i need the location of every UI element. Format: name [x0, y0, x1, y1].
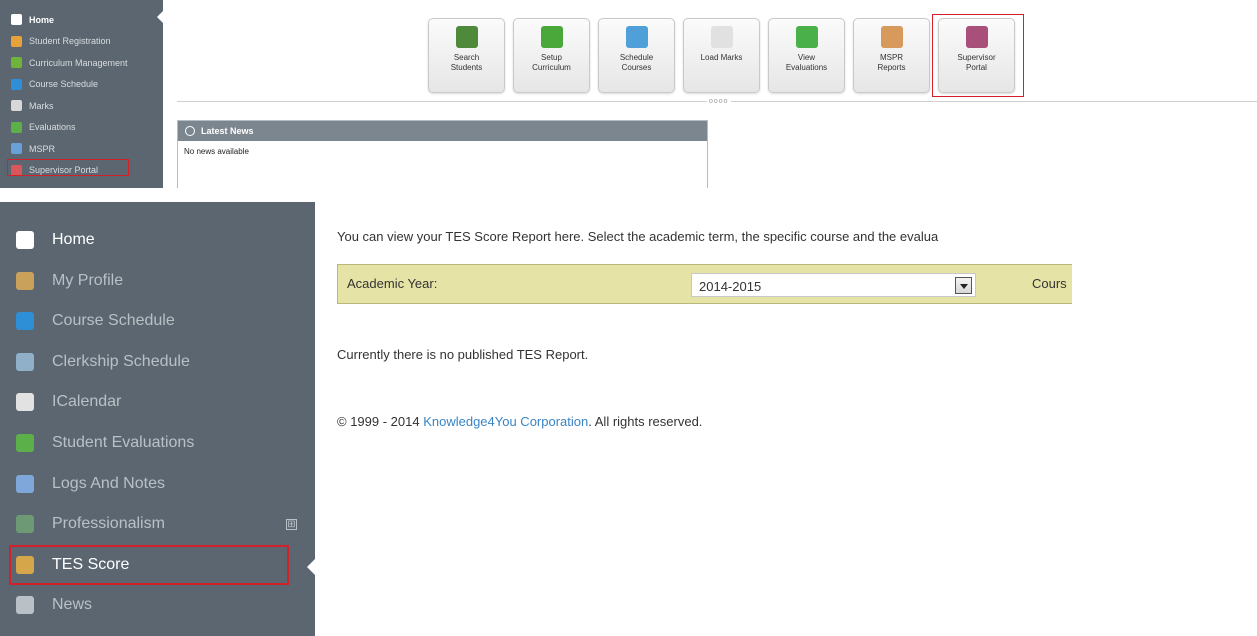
- sidebar-item-student-evaluations[interactable]: Student Evaluations: [0, 423, 315, 463]
- schedule-icon: [16, 312, 34, 331]
- rights-text: . All rights reserved.: [588, 414, 703, 429]
- students-icon: [11, 35, 22, 47]
- evaluations-icon: [16, 434, 34, 452]
- main-sidebar: Home My Profile Course Schedule Clerkship S…: [0, 202, 316, 636]
- academic-year-label: Academic Year:: [347, 276, 438, 291]
- sidebar-item-label: Professionalism: [52, 515, 165, 533]
- mspr-reports-button[interactable]: MSPR Reports: [853, 18, 930, 93]
- icalendar-icon: [16, 393, 34, 412]
- load-marks-icon: [710, 26, 733, 48]
- sidebar-item-label: Logs And Notes: [52, 474, 165, 492]
- sidebar-item-label: Home: [29, 14, 55, 25]
- sidebar-item-label: Home: [52, 231, 95, 248]
- sidebar-item-label: Marks: [29, 100, 54, 111]
- news-title: Latest News: [201, 126, 254, 136]
- professionalism-icon: [16, 515, 34, 534]
- toolbar-selection-highlight: [932, 14, 1024, 97]
- no-report-message: Currently there is no published TES Repo…: [337, 347, 589, 362]
- sidebar-item-label: Student Evaluations: [52, 434, 195, 451]
- mspr-reports-icon: [880, 26, 903, 48]
- sidebar-item-label: MSPR: [29, 143, 56, 154]
- sidebar-item-icalendar[interactable]: ICalendar: [0, 382, 315, 422]
- chevron-down-icon[interactable]: [955, 277, 972, 294]
- mspr-icon: [11, 143, 22, 154]
- toolbar-button-label: Load Marks: [700, 53, 743, 62]
- load-marks-button[interactable]: Load Marks: [683, 18, 760, 93]
- academic-year-select[interactable]: 2014-2015: [691, 273, 976, 297]
- setup-curriculum-icon: [540, 26, 563, 48]
- sidebar-item-label: Clerkship Schedule: [52, 352, 190, 370]
- sidebar-item-marks[interactable]: Marks: [0, 95, 163, 116]
- footer: © 1999 - 2014 Knowledge4You Corporation.…: [337, 414, 702, 429]
- clock-icon: [185, 126, 195, 136]
- sidebar-item-course-schedule[interactable]: Course Schedule: [0, 74, 163, 95]
- sidebar-item-clerkship-schedule[interactable]: Clerkship Schedule: [0, 342, 315, 382]
- academic-year-value: 2014-2015: [699, 279, 762, 294]
- intro-text: You can view your TES Score Report here.…: [337, 229, 939, 244]
- calendar-button[interactable]: Schedule Courses: [598, 18, 675, 93]
- sidebar-item-professionalism[interactable]: Professionalism ⊞: [0, 504, 315, 544]
- top-sidebar: Home Student Registration Curriculum Manag…: [0, 0, 164, 188]
- toolbar-button-label: View Evaluations: [785, 53, 828, 72]
- selection-highlight: [9, 545, 289, 585]
- profile-icon: [16, 271, 34, 290]
- selection-highlight: [7, 159, 129, 176]
- sidebar-item-mspr[interactable]: MSPR: [0, 138, 163, 159]
- news-icon: [16, 596, 34, 615]
- search-students-icon: [455, 26, 478, 48]
- view-evaluations-icon: [795, 26, 818, 48]
- toolbar-button-label: Setup Curriculum: [532, 53, 571, 72]
- expand-icon[interactable]: ⊞: [286, 519, 297, 531]
- sidebar-item-label: Course Schedule: [52, 312, 175, 330]
- home-icon: [11, 14, 22, 25]
- sidebar-item-home[interactable]: Home: [0, 220, 315, 260]
- home-icon: [16, 231, 34, 249]
- clerkship-icon: [16, 352, 34, 371]
- company-link[interactable]: Knowledge4You Corporation: [423, 414, 588, 429]
- evaluation-icon: [11, 121, 22, 133]
- sidebar-item-label: ICalendar: [52, 393, 122, 411]
- sidebar-item-my-profile[interactable]: My Profile: [0, 261, 315, 301]
- sidebar-item-label: Evaluations: [29, 122, 76, 132]
- sidebar-item-label: Course Schedule: [29, 79, 99, 89]
- schedule-icon: [11, 78, 22, 90]
- course-label: Cours: [1032, 276, 1067, 291]
- setup-curriculum-button[interactable]: Setup Curriculum: [513, 18, 590, 93]
- news-body: No news available: [184, 147, 249, 156]
- sidebar-item-label: Student Registration: [29, 36, 111, 46]
- resize-handle[interactable]: oooo: [707, 98, 731, 105]
- sidebar-item-label: News: [52, 596, 93, 614]
- latest-news-panel: Latest News No news available: [177, 120, 708, 188]
- toolbar-button-label: MSPR Reports: [877, 53, 906, 72]
- filter-bar: Academic Year: 2014-2015 Cours: [337, 264, 1072, 304]
- view-evaluations-button[interactable]: View Evaluations: [768, 18, 845, 93]
- calendar-icon: [625, 26, 648, 48]
- copyright-text: © 1999 - 2014: [337, 414, 424, 429]
- notes-icon: [16, 474, 34, 493]
- sidebar-item-evaluations[interactable]: Evaluations: [0, 117, 163, 138]
- sidebar-item-label: Curriculum Management: [29, 57, 128, 68]
- sidebar-item-logs-and-notes[interactable]: Logs And Notes: [0, 464, 315, 504]
- toolbar-button-label: Schedule Courses: [619, 53, 654, 72]
- sidebar-item-student-registration[interactable]: Student Registration: [0, 31, 163, 52]
- news-header: Latest News: [178, 121, 707, 141]
- sidebar-item-curriculum-management[interactable]: Curriculum Management: [0, 52, 163, 73]
- search-students-button[interactable]: Search Students: [428, 18, 505, 93]
- toolbar-button-label: Search Students: [450, 53, 483, 72]
- sidebar-item-label: My Profile: [52, 271, 124, 289]
- marks-icon: [11, 100, 22, 111]
- sidebar-item-home[interactable]: Home: [0, 9, 163, 30]
- grid-icon: [11, 57, 22, 68]
- sidebar-item-news[interactable]: News: [0, 585, 315, 625]
- sidebar-item-course-schedule[interactable]: Course Schedule: [0, 301, 315, 341]
